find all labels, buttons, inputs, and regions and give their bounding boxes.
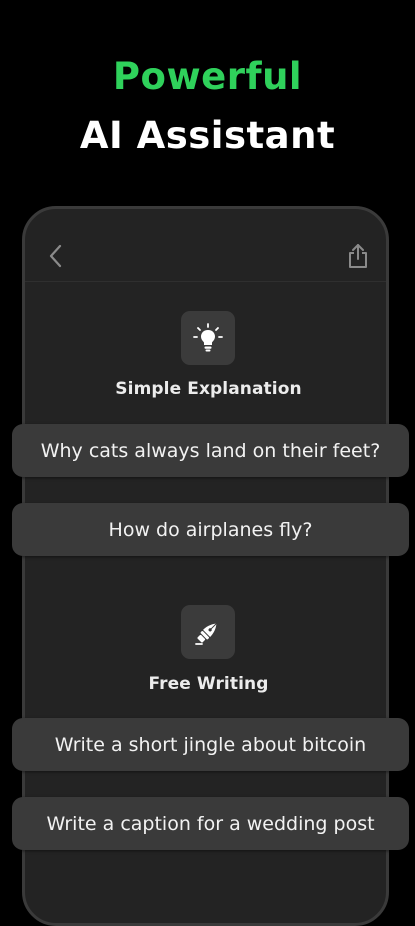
chevron-left-icon (49, 244, 62, 268)
share-button[interactable] (346, 243, 370, 269)
simple-explanation-icon-tile (181, 311, 235, 365)
lightbulb-icon (193, 323, 223, 352)
headline-ai-assistant: AI Assistant (79, 114, 336, 157)
back-button[interactable] (43, 243, 67, 269)
prompt-card[interactable]: Why cats always land on their feet? (12, 424, 409, 477)
section-title-simple-explanation: Simple Explanation (115, 379, 302, 399)
share-icon (349, 244, 367, 268)
nav-bar (25, 209, 386, 282)
prompt-card[interactable]: How do airplanes fly? (12, 503, 409, 556)
section-title-free-writing: Free Writing (148, 674, 269, 694)
fountain-pen-icon (195, 623, 217, 645)
prompt-card[interactable]: Write a caption for a wedding post (12, 797, 409, 850)
prompt-card[interactable]: Write a short jingle about bitcoin (12, 718, 409, 771)
free-writing-icon-tile (181, 605, 235, 659)
headline-powerful: Powerful (112, 55, 303, 98)
phone-frame: Simple Explanation Why cats always land … (12, 206, 409, 926)
